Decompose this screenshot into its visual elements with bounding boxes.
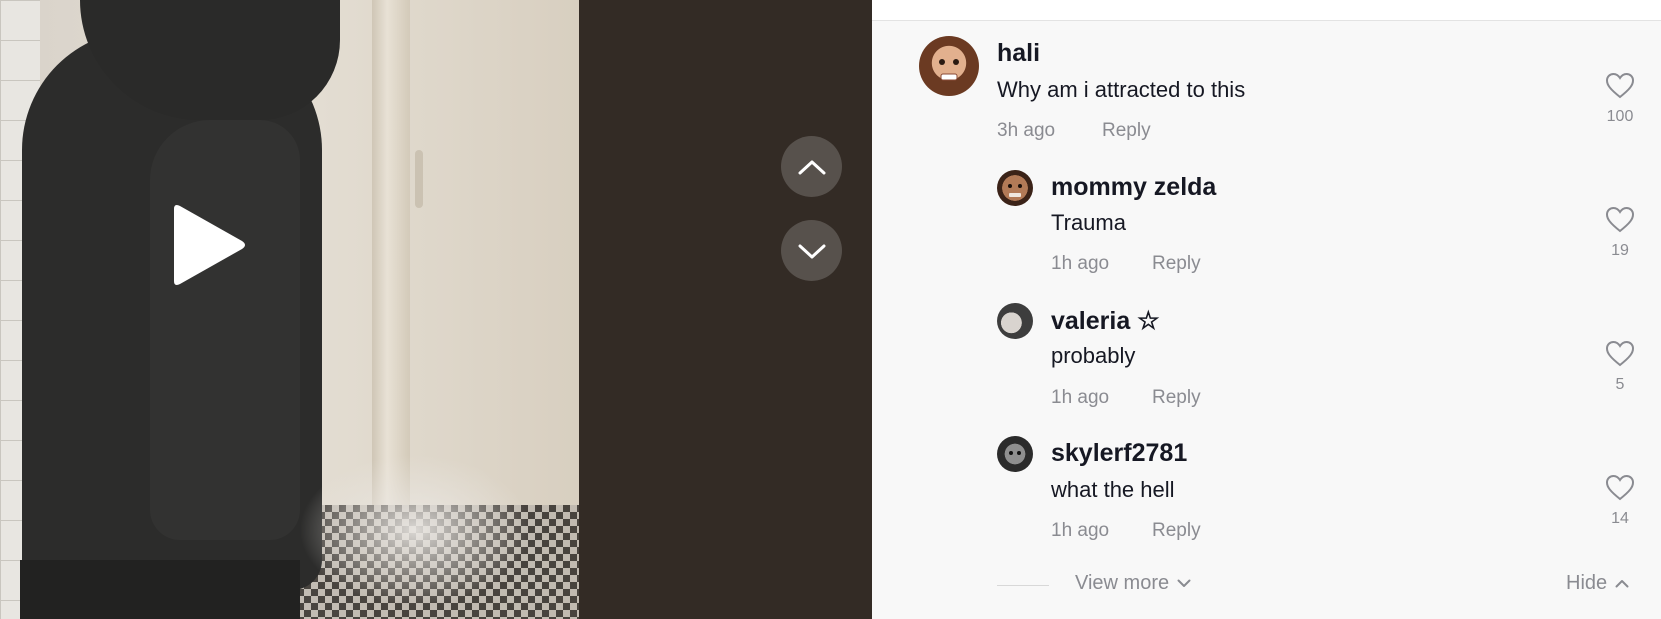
play-button[interactable] [168,203,248,287]
chevron-up-icon [798,160,825,174]
comment-timestamp: 1h ago [1051,253,1110,274]
view-more-button[interactable]: View more [1075,572,1191,595]
chevron-down-icon [1177,579,1191,587]
view-more-label: View more [1075,572,1170,594]
door-handle [415,150,423,208]
reply-button[interactable]: Reply [1152,387,1201,409]
like-button[interactable]: 19 [1600,206,1640,260]
view-more-divider [997,585,1049,586]
comment-timestamp: 1h ago [1051,520,1110,541]
person-arm [150,120,300,540]
reply-button[interactable]: Reply [1102,120,1151,142]
chevron-down-icon [798,244,825,258]
reply-button[interactable]: Reply [1152,520,1201,542]
comment-timestamp: 1h ago [1051,387,1110,408]
hide-replies-button[interactable]: Hide [1566,572,1629,595]
chevron-up-icon [1615,580,1629,588]
heart-icon [1605,206,1635,233]
like-button[interactable]: 14 [1600,474,1640,528]
face-icon [1009,451,1021,455]
video-frame [0,0,579,619]
like-count: 14 [1611,510,1629,527]
reply-button[interactable]: Reply [1152,253,1201,275]
comment-text: Trauma [1051,210,1126,235]
comment-username[interactable]: skylerf2781 [1051,439,1187,468]
avatar[interactable] [997,436,1033,472]
comment-timestamp: 3h ago [997,120,1056,141]
next-video-button[interactable] [781,220,842,281]
avatar[interactable] [919,36,979,96]
heart-icon [1605,72,1635,99]
avatar[interactable] [997,303,1033,339]
video-player[interactable] [0,0,872,619]
face-icon [1008,184,1022,197]
heart-icon [1605,340,1635,367]
comments-panel: hali Why am i attracted to this 3h ago R… [872,0,1661,619]
like-count: 5 [1615,376,1625,393]
like-count: 19 [1611,242,1629,259]
previous-video-button[interactable] [781,136,842,197]
comment-username[interactable]: mommy zelda [1051,173,1216,202]
person-legs [20,560,300,619]
face-icon [939,59,959,81]
like-button[interactable]: 5 [1600,340,1640,394]
play-icon [174,205,245,285]
comment-text: Why am i attracted to this [997,77,1246,102]
heart-icon [1605,474,1635,501]
comment-username[interactable]: hali [997,39,1040,68]
avatar[interactable] [997,170,1033,206]
like-count: 100 [1606,108,1634,125]
smoke-cloud [300,455,530,605]
comment-text: probably [1051,343,1136,368]
comment-username[interactable]: valeria ☆ [1051,306,1160,336]
comment-text: what the hell [1051,477,1175,502]
like-button[interactable]: 100 [1600,72,1640,126]
hide-label: Hide [1566,572,1608,594]
comments-header-strip [872,0,1661,21]
